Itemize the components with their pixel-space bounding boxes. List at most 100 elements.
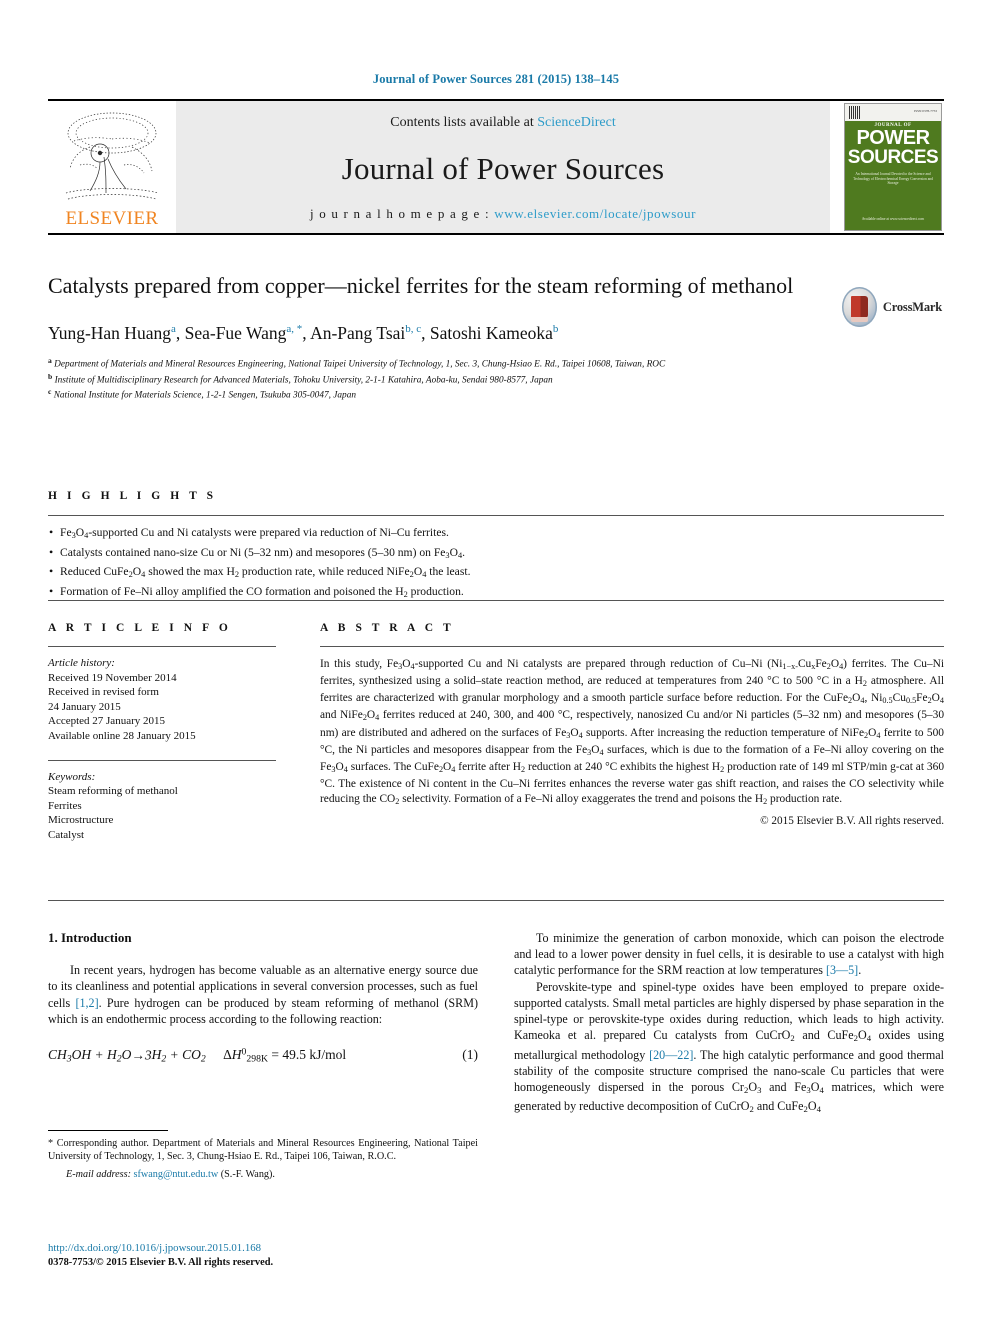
affiliation-item: a Department of Materials and Mineral Re…	[48, 355, 838, 371]
affiliation-item: b Institute of Multidisciplinary Researc…	[48, 371, 838, 387]
keyword-item: Ferrites	[48, 799, 82, 812]
affiliation-mark: c	[48, 387, 52, 397]
highlight-text: Reduced CuFe2O4 showed the max H2 produc…	[60, 565, 471, 580]
divider	[48, 600, 944, 601]
crossmark-icon	[842, 287, 877, 327]
divider	[48, 759, 276, 761]
affiliation-mark: a	[48, 355, 52, 365]
elsevier-logo: ELSEVIER	[48, 101, 176, 233]
article-info-section: A R T I C L E I N F O Article history: R…	[48, 622, 276, 843]
article-history-item: Accepted 27 January 2015	[48, 715, 165, 728]
citation-link[interactable]: [3—5]	[826, 963, 858, 977]
author-name: Satoshi Kameoka	[429, 322, 553, 343]
affiliation-text: Department of Materials and Mineral Reso…	[54, 359, 666, 370]
body-column-left: 1. Introduction In recent years, hydroge…	[48, 930, 478, 1068]
cover-blurb: An International Journal Devoted to the …	[853, 172, 933, 186]
equation-1: CH3OH + H2O→3H2 + CO2 ΔH0298K = 49.5 kJ/…	[48, 1045, 478, 1068]
affiliation-item: c National Institute for Materials Scien…	[48, 386, 838, 402]
author-name: Sea-Fue Wang	[184, 322, 287, 343]
list-item: Catalysts contained nano-size Cu or Ni (…	[48, 544, 944, 565]
equation-body: CH3OH + H2O→3H2 + CO2 ΔH0298K = 49.5 kJ/…	[48, 1045, 462, 1068]
highlights-list: Fe3O4-supported Cu and Ni catalysts were…	[48, 516, 944, 603]
elsevier-tree-icon	[65, 112, 159, 200]
abstract-copyright: © 2015 Elsevier B.V. All rights reserved…	[760, 815, 944, 828]
highlight-text: Formation of Fe–Ni alloy amplified the C…	[60, 584, 464, 599]
paragraph: Perovskite-type and spinel-type oxides h…	[514, 979, 945, 1115]
homepage-link[interactable]: www.elsevier.com/locate/jpowsour	[494, 206, 696, 221]
email-label: E-mail address:	[66, 1168, 131, 1180]
keyword-item: Microstructure	[48, 814, 114, 827]
contents-prefix: Contents lists available at	[390, 115, 538, 130]
abstract-section: A B S T R A C T In this study, Fe3O4-sup…	[320, 622, 944, 827]
cover-foot: Available online at www.sciencedirect.co…	[861, 217, 925, 222]
author-name: Yung-Han Huang	[48, 322, 171, 343]
highlights-section: H I G H L I G H T S Fe3O4-supported Cu a…	[48, 490, 944, 603]
article-history-item: Available online 28 January 2015	[48, 729, 196, 742]
cover-power: POWER	[856, 127, 930, 149]
paper-page: Journal of Power Sources 281 (2015) 138–…	[0, 0, 992, 1323]
author-sep: ,	[175, 322, 185, 343]
cover-sources: SOURCES	[847, 147, 939, 168]
affiliation-list: a Department of Materials and Mineral Re…	[48, 355, 838, 402]
article-history-label: Article history:	[48, 657, 115, 669]
footer-block: http://dx.doi.org/10.1016/j.jpowsour.201…	[48, 1241, 478, 1270]
equation-number: (1)	[462, 1047, 478, 1063]
running-head: Journal of Power Sources 281 (2015) 138–…	[372, 72, 620, 86]
author-affiliation-mark: a, *	[286, 323, 303, 335]
sciencedirect-link[interactable]: ScienceDirect	[537, 115, 616, 130]
equation-lhs: CH3OH + H2O→3H2 + CO2	[48, 1047, 206, 1065]
article-history-item: 24 January 2015	[48, 700, 121, 713]
list-item: Reduced CuFe2O4 showed the max H2 produc…	[48, 563, 944, 584]
divider	[48, 1130, 168, 1131]
journal-cover-thumbnail: ISSN 0378-7753 JOURNAL OF POWER SOURCES …	[844, 101, 944, 233]
crossmark-badge[interactable]: CrossMark	[842, 286, 942, 328]
title-block: Catalysts prepared from copper—nickel fe…	[48, 272, 838, 402]
list-item: Fe3O4-supported Cu and Ni catalysts were…	[48, 524, 944, 545]
paragraph: To minimize the generation of carbon mon…	[514, 931, 944, 978]
abstract-text: In this study, Fe3O4-supported Cu and Ni…	[320, 658, 945, 807]
barcode-icon	[849, 106, 861, 119]
journal-homepage-line: j o u r n a l h o m e p a g e : www.else…	[310, 206, 696, 222]
email-suffix: (S.-F. Wang).	[220, 1168, 275, 1180]
doi-link[interactable]: http://dx.doi.org/10.1016/j.jpowsour.201…	[48, 1241, 478, 1256]
equation-enthalpy: ΔH0298K = 49.5 kJ/mol	[223, 1047, 347, 1065]
divider	[48, 900, 944, 901]
email-note: E-mail address: sfwang@ntut.edu.tw (S.-F…	[48, 1168, 478, 1181]
contents-list-line: Contents lists available at ScienceDirec…	[390, 115, 616, 131]
journal-masthead: ELSEVIER Contents lists available at Sci…	[48, 99, 944, 235]
author-affiliation-mark: b	[552, 323, 559, 335]
footnote-block: * Corresponding author. Department of Ma…	[48, 1130, 478, 1181]
citation-link[interactable]: [20—22]	[649, 1048, 693, 1062]
article-info-heading: A R T I C L E I N F O	[48, 622, 232, 634]
homepage-label: j o u r n a l h o m e p a g e :	[309, 206, 495, 221]
article-history-item: Received 19 November 2014	[48, 671, 177, 684]
author-name: An-Pang Tsai	[310, 322, 406, 343]
author-list: Yung-Han Huanga, Sea-Fue Wanga, *, An-Pa…	[48, 318, 838, 344]
affiliation-text: National Institute for Materials Science…	[53, 390, 356, 401]
divider	[48, 646, 276, 647]
elsevier-wordmark: ELSEVIER	[65, 208, 159, 229]
masthead-center: Contents lists available at ScienceDirec…	[176, 101, 830, 233]
highlights-heading: H I G H L I G H T S	[48, 490, 217, 502]
journal-title: Journal of Power Sources	[341, 150, 665, 186]
keyword-item: Catalyst	[48, 828, 85, 841]
author-sep: ,	[302, 322, 311, 343]
article-history-item: Received in revised form	[48, 686, 159, 699]
divider	[320, 646, 944, 647]
affiliation-text: Institute of Multidisciplinary Research …	[54, 375, 553, 386]
author-affiliation-mark: b, c	[405, 323, 422, 335]
highlight-text: Fe3O4-supported Cu and Ni catalysts were…	[60, 526, 449, 541]
author-sep: ,	[421, 322, 430, 343]
page-title: Catalysts prepared from copper—nickel fe…	[48, 273, 794, 298]
highlight-text: Catalysts contained nano-size Cu or Ni (…	[60, 545, 466, 560]
body-column-right: To minimize the generation of carbon mon…	[514, 930, 944, 1118]
citation-link[interactable]: [1,2]	[75, 996, 98, 1010]
keywords-block: Keywords: Steam reforming of methanol Fe…	[48, 759, 276, 843]
email-link[interactable]: sfwang@ntut.edu.tw	[134, 1169, 219, 1180]
affiliation-mark: b	[48, 371, 53, 381]
keywords-label: Keywords:	[48, 770, 96, 783]
paragraph: In recent years, hydrogen has become val…	[48, 963, 478, 1026]
crossmark-label: CrossMark	[882, 299, 942, 314]
corresponding-author-note: * Corresponding author. Department of Ma…	[48, 1138, 478, 1163]
section-title-introduction: 1. Introduction	[48, 930, 132, 945]
